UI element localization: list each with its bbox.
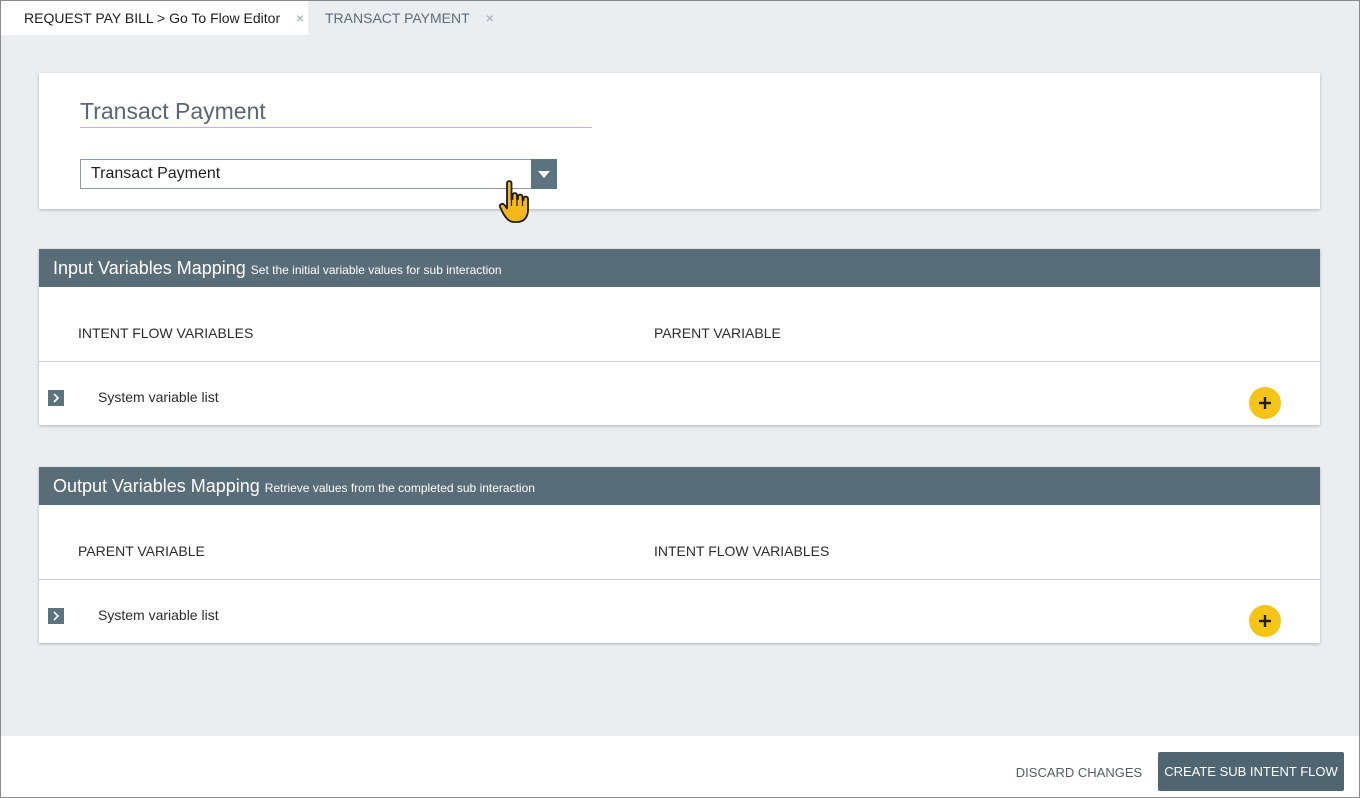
panel-title: Output Variables Mapping <box>53 475 260 496</box>
hand-cursor-icon <box>499 180 529 223</box>
input-variables-panel: Input Variables Mapping Set the initial … <box>39 249 1320 425</box>
tab-transact-payment[interactable]: TRANSACT PAYMENT × <box>308 1 508 35</box>
intent-name-field[interactable]: Transact Payment <box>80 97 592 128</box>
tab-label: REQUEST PAY BILL > Go To Flow Editor <box>24 10 281 26</box>
intent-settings-card: Transact Payment Transact Payment <box>39 73 1320 223</box>
footer-bar: DISCARD CHANGES CREATE SUB INTENT FLOW <box>1 736 1359 797</box>
add-mapping-button[interactable] <box>1249 605 1281 637</box>
tab-label: TRANSACT PAYMENT <box>325 10 470 26</box>
panel-header: Output Variables Mapping Retrieve values… <box>39 467 1320 505</box>
divider <box>39 579 1320 580</box>
app-window: REQUEST PAY BILL > Go To Flow Editor × T… <box>0 0 1360 798</box>
close-icon[interactable]: × <box>296 10 304 26</box>
column-header: PARENT VARIABLE <box>654 325 781 341</box>
add-mapping-button[interactable] <box>1249 387 1281 419</box>
plus-icon <box>1259 615 1271 627</box>
panel-header: Input Variables Mapping Set the initial … <box>39 249 1320 287</box>
divider <box>39 361 1320 362</box>
output-variables-panel: Output Variables Mapping Retrieve values… <box>39 467 1320 643</box>
panel-title: Input Variables Mapping <box>53 257 246 278</box>
create-sub-intent-flow-button[interactable]: CREATE SUB INTENT FLOW <box>1158 752 1344 791</box>
list-item: System variable list <box>98 607 219 623</box>
column-header: INTENT FLOW VARIABLES <box>654 543 830 559</box>
chevron-right-icon[interactable] <box>48 390 64 406</box>
tab-request-pay-bill[interactable]: REQUEST PAY BILL > Go To Flow Editor × <box>1 1 308 35</box>
intent-name-value: Transact Payment <box>80 98 266 124</box>
chevron-right-icon[interactable] <box>48 608 64 624</box>
column-header: PARENT VARIABLE <box>78 543 205 559</box>
panel-subtitle: Set the initial variable values for sub … <box>250 263 502 277</box>
close-icon[interactable]: × <box>486 10 494 26</box>
select-value: Transact Payment <box>91 165 221 182</box>
list-item: System variable list <box>98 389 219 405</box>
discard-changes-button[interactable]: DISCARD CHANGES <box>1009 752 1149 792</box>
tab-bar: REQUEST PAY BILL > Go To Flow Editor × T… <box>1 1 1359 35</box>
plus-icon <box>1259 397 1271 409</box>
column-header: INTENT FLOW VARIABLES <box>78 325 254 341</box>
intent-flow-select[interactable]: Transact Payment <box>80 159 557 189</box>
panel-subtitle: Retrieve values from the completed sub i… <box>264 481 535 495</box>
